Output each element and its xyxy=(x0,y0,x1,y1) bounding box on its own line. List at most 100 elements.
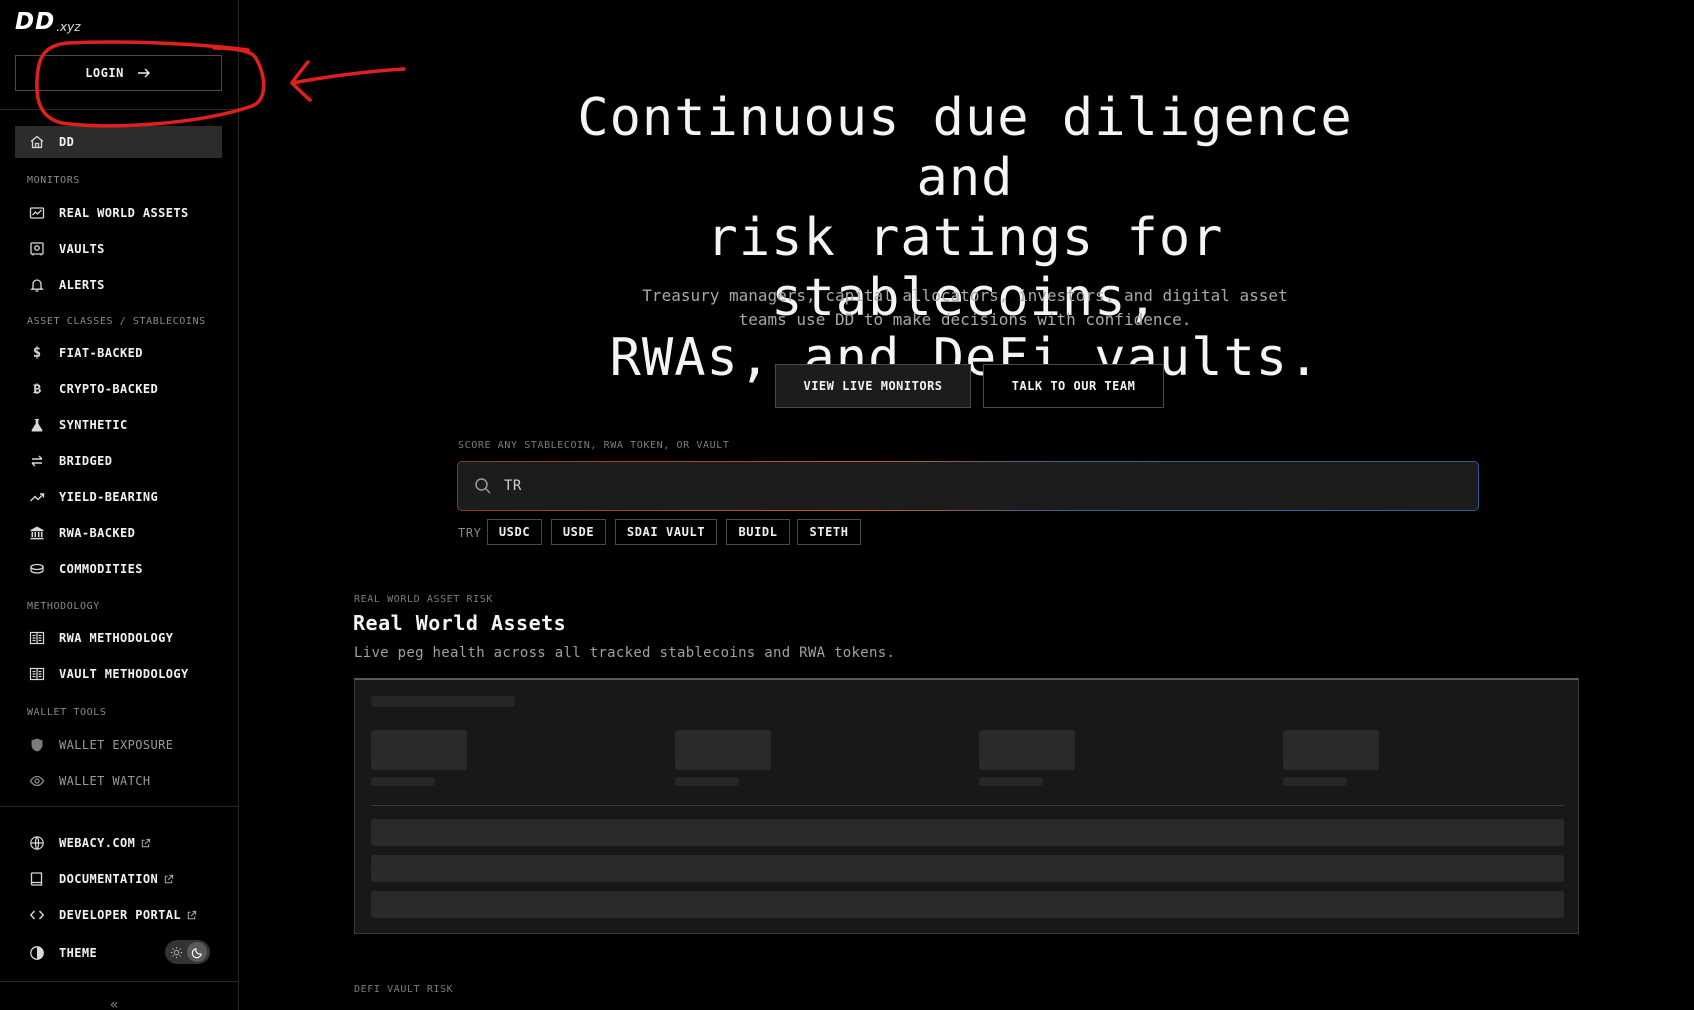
sidebar-item-label: VAULTS xyxy=(59,242,105,256)
sidebar-item-fiat-backed[interactable]: $ FIAT-BACKED xyxy=(15,337,222,369)
suggestion-chip-buidl[interactable]: BUIDL xyxy=(726,519,790,545)
sidebar-item-vault-methodology[interactable]: VAULT METHODOLOGY xyxy=(15,658,222,690)
chart-card-icon xyxy=(29,205,45,221)
rwa-loading-panel xyxy=(354,678,1579,934)
panel-divider xyxy=(371,805,1564,806)
sidebar-item-label: YIELD-BEARING xyxy=(59,490,159,504)
suggestion-chip-steth[interactable]: STETH xyxy=(797,519,861,545)
search-value: TR xyxy=(504,478,522,494)
suggestion-chip-usde[interactable]: USDE xyxy=(551,519,606,545)
swap-arrows-icon xyxy=(29,453,45,469)
skeleton-row xyxy=(371,819,1564,846)
document-icon xyxy=(29,630,45,646)
bell-icon xyxy=(29,277,45,293)
search-label: SCORE ANY STABLECOIN, RWA TOKEN, OR VAUL… xyxy=(458,440,730,451)
sidebar-item-label: DD xyxy=(59,135,75,149)
sidebar-item-yield-bearing[interactable]: YIELD-BEARING xyxy=(15,481,222,513)
sidebar-item-webacy-com[interactable]: WEBACY.COM xyxy=(15,827,222,859)
logo-tld: .xyz xyxy=(56,20,81,34)
sidebar-item-label: FIAT-BACKED xyxy=(59,346,143,360)
sidebar-item-label: REAL WORLD ASSETS xyxy=(59,206,189,220)
hero-subtitle-line: Treasury managers, capital allocators, i… xyxy=(642,286,1288,305)
sidebar-item-alerts[interactable]: ALERTS xyxy=(15,269,222,301)
logo[interactable]: DD .xyz xyxy=(15,9,81,35)
sidebar-divider xyxy=(0,806,239,807)
external-link-icon xyxy=(164,874,174,883)
sidebar-item-label: RWA-BACKED xyxy=(59,526,136,540)
skeleton-row xyxy=(371,855,1564,882)
search-input[interactable]: TR xyxy=(458,462,1478,510)
try-label: TRY xyxy=(458,526,482,540)
moon-icon xyxy=(187,942,207,962)
sidebar-item-wallet-exposure[interactable]: WALLET EXPOSURE xyxy=(15,729,222,761)
sidebar-item-real-world-assets[interactable]: REAL WORLD ASSETS xyxy=(15,197,222,229)
skeleton-line xyxy=(371,696,515,707)
search-field[interactable]: TR xyxy=(457,461,1479,511)
skeleton-stat xyxy=(675,730,771,770)
sidebar-item-documentation[interactable]: DOCUMENTATION xyxy=(15,863,222,895)
code-icon xyxy=(29,907,45,923)
sun-icon xyxy=(168,944,184,960)
sidebar-item-label: BRIDGED xyxy=(59,454,113,468)
sidebar-item-label: WALLET WATCH xyxy=(59,774,151,788)
sidebar-divider xyxy=(0,981,239,982)
skeleton-stat xyxy=(1283,730,1379,770)
bank-icon xyxy=(29,525,45,541)
logo-mark: DD xyxy=(15,9,56,35)
sidebar-item-label: SYNTHETIC xyxy=(59,418,128,432)
external-link-icon xyxy=(142,838,151,847)
sidebar-item-rwa-methodology[interactable]: RWA METHODOLOGY xyxy=(15,622,222,654)
talk-to-our-team-button[interactable]: TALK TO OUR TEAM xyxy=(983,364,1164,408)
hero-subtitle-line: teams use DD to make decisions with conf… xyxy=(738,310,1192,329)
suggestion-chip-sdai-vault[interactable]: SDAI VAULT xyxy=(615,519,717,545)
hero-title-line: Continuous due diligence and xyxy=(577,88,1353,208)
home-icon xyxy=(29,134,45,150)
login-label: LOGIN xyxy=(85,66,124,80)
rwa-kicker: REAL WORLD ASSET RISK xyxy=(354,594,494,605)
eye-icon xyxy=(29,773,45,789)
sidebar-item-bridged[interactable]: BRIDGED xyxy=(15,445,222,477)
theme-toggle[interactable] xyxy=(165,940,210,964)
skeleton-line xyxy=(371,777,435,786)
hero-subtitle: Treasury managers, capital allocators, i… xyxy=(620,284,1310,332)
skeleton-stat xyxy=(979,730,1075,770)
rwa-section-title: Real World Assets xyxy=(353,611,567,635)
sidebar-divider xyxy=(0,109,239,110)
sidebar-item-commodities[interactable]: COMMODITIES xyxy=(15,553,222,585)
skeleton-stat xyxy=(371,730,467,770)
annotation-arrow xyxy=(290,60,406,102)
suggestion-chip-usdc[interactable]: USDC xyxy=(487,519,542,545)
sidebar-item-label: WEBACY.COM xyxy=(59,836,136,850)
coins-icon xyxy=(29,561,45,577)
sidebar-item-crypto-backed[interactable]: ₿ CRYPTO-BACKED xyxy=(15,373,222,405)
section-label-methodology: METHODOLOGY xyxy=(27,601,100,612)
view-live-monitors-button[interactable]: VIEW LIVE MONITORS xyxy=(775,364,971,408)
shield-icon xyxy=(29,737,45,753)
skeleton-row xyxy=(371,891,1564,918)
sidebar-item-developer-portal[interactable]: DEVELOPER PORTAL xyxy=(15,899,222,931)
sidebar-item-vaults[interactable]: VAULTS xyxy=(15,233,222,265)
vault-kicker: DEFI VAULT RISK xyxy=(354,984,454,995)
sidebar-item-label: RWA METHODOLOGY xyxy=(59,631,174,645)
vault-icon xyxy=(29,241,45,257)
sidebar-item-dd[interactable]: DD xyxy=(15,126,222,158)
sidebar-item-label: COMMODITIES xyxy=(59,562,143,576)
sidebar-item-rwa-backed[interactable]: RWA-BACKED xyxy=(15,517,222,549)
skeleton-line xyxy=(1283,777,1347,786)
contrast-icon xyxy=(29,945,45,961)
sidebar-item-label: ALERTS xyxy=(59,278,105,292)
hero-title: Continuous due diligence and risk rating… xyxy=(540,88,1390,388)
trend-up-icon xyxy=(29,489,45,505)
sidebar-item-wallet-watch[interactable]: WALLET WATCH xyxy=(15,765,222,797)
document-icon xyxy=(29,666,45,682)
login-button[interactable]: LOGIN xyxy=(15,55,222,91)
skeleton-line xyxy=(675,777,739,786)
collapse-sidebar-icon[interactable]: « xyxy=(110,997,118,1010)
sidebar: DD .xyz LOGIN DD MONITORS REAL WORLD ASS… xyxy=(0,0,239,1010)
arrow-right-icon xyxy=(137,68,150,78)
sidebar-item-synthetic[interactable]: SYNTHETIC xyxy=(15,409,222,441)
section-label-monitors: MONITORS xyxy=(27,175,80,186)
external-link-icon xyxy=(187,910,197,919)
section-label-wallet-tools: WALLET TOOLS xyxy=(27,707,107,718)
sidebar-item-label: CRYPTO-BACKED xyxy=(59,382,159,396)
